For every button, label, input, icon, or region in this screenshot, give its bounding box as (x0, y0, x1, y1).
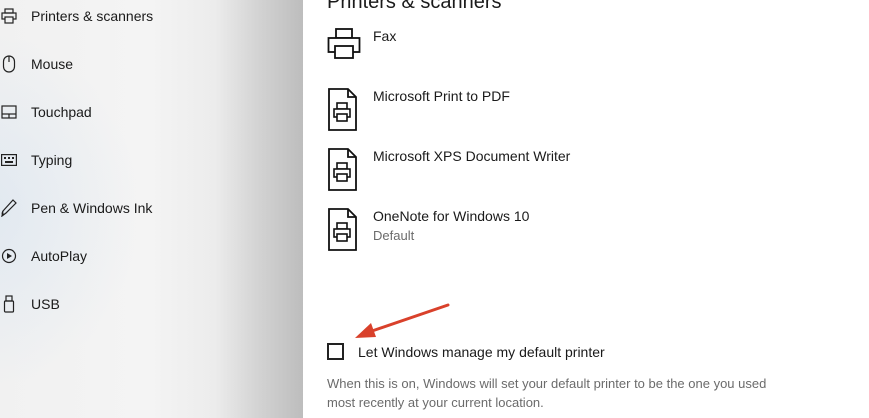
default-printer-setting: Let Windows manage my default printer (327, 343, 827, 365)
sidebar-item-label: Printers & scanners (31, 8, 154, 24)
printer-item-xps-document-writer[interactable]: Microsoft XPS Document Writer (327, 148, 847, 198)
touchpad-icon (0, 102, 18, 122)
sidebar-item-usb[interactable]: USB (0, 284, 300, 324)
sidebar-item-label: Typing (31, 152, 73, 168)
default-printer-description: When this is on, Windows will set your d… (327, 376, 767, 410)
printer-icon (0, 6, 18, 26)
usb-icon (0, 294, 18, 314)
printer-item-fax[interactable]: Fax (327, 28, 847, 78)
manage-default-printer-label[interactable]: Let Windows manage my default printer (358, 344, 605, 360)
sidebar-item-touchpad[interactable]: Touchpad (0, 92, 300, 132)
manage-default-printer-checkbox[interactable] (327, 343, 344, 360)
sidebar-item-label: AutoPlay (31, 248, 88, 264)
sidebar-item-autoplay[interactable]: AutoPlay (0, 236, 300, 276)
sidebar-item-label: USB (31, 296, 60, 312)
sidebar-item-label: Mouse (31, 56, 74, 72)
page-title: Printers & scanners (327, 0, 502, 13)
keyboard-icon (0, 150, 18, 170)
printer-item-print-to-pdf[interactable]: Microsoft Print to PDF (327, 88, 847, 138)
mouse-icon (0, 54, 18, 74)
pen-icon (0, 198, 18, 218)
sidebar-item-label: Touchpad (31, 104, 92, 120)
settings-sidebar: Printers & scanners Mouse Touchpad Typin… (0, 0, 303, 418)
printer-document-icon (327, 148, 363, 192)
printer-item-onenote[interactable]: OneNote for Windows 10 Default (327, 208, 847, 258)
sidebar-item-pen-windows-ink[interactable]: Pen & Windows Ink (0, 188, 300, 228)
sidebar-item-typing[interactable]: Typing (0, 140, 300, 180)
printer-document-icon (327, 208, 363, 252)
printer-name: Microsoft XPS Document Writer (373, 148, 571, 164)
autoplay-icon (0, 246, 18, 266)
sidebar-item-mouse[interactable]: Mouse (0, 44, 300, 84)
fax-icon (327, 28, 363, 72)
printer-name: Microsoft Print to PDF (373, 88, 510, 104)
main-content: Printers & scanners Fax Microsoft Print … (303, 0, 869, 418)
printer-document-icon (327, 88, 363, 132)
printer-name: OneNote for Windows 10 (373, 208, 530, 224)
printer-name: Fax (373, 28, 397, 44)
sidebar-item-label: Pen & Windows Ink (31, 200, 153, 216)
printer-status: Default (373, 228, 415, 243)
sidebar-item-printers-scanners[interactable]: Printers & scanners (0, 0, 300, 36)
